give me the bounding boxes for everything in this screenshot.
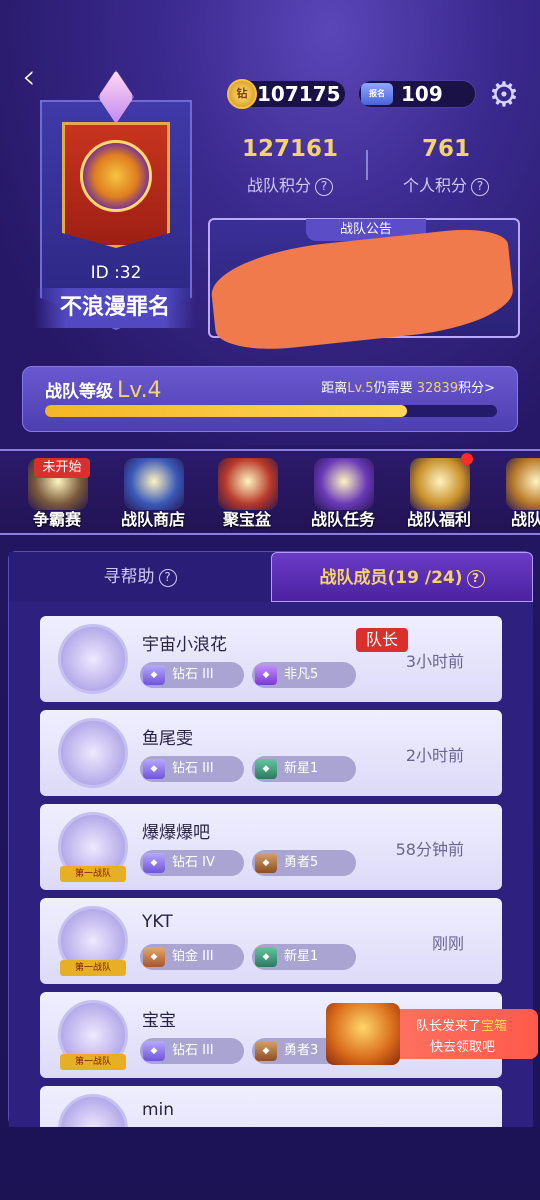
help-icon[interactable]: ?: [466, 570, 485, 588]
chevron-left-icon: ‹: [22, 57, 36, 97]
member-row[interactable]: 宇宙小浪花 ◆ 钻石 III ◆ 非凡5 队长 3小时前: [40, 616, 502, 702]
gift-chest-icon: [410, 458, 470, 510]
rank-icon: ◆: [143, 853, 165, 873]
avatar[interactable]: [58, 1094, 128, 1127]
member-row[interactable]: 鱼尾雯 ◆ 钻石 III ◆ 新星1 2小时前: [40, 710, 502, 796]
team-name: 不浪漫罪名: [34, 288, 196, 328]
last-online: 刚刚: [431, 934, 464, 953]
rank-pill: ◆ 钻石 IV: [140, 850, 244, 876]
divider: [0, 533, 540, 535]
not-started-badge: 未开始: [34, 458, 90, 478]
coin-balance[interactable]: 钻 107175: [227, 79, 346, 109]
shop-item-label: 战队福利: [406, 510, 471, 529]
team-id: ID :32: [90, 263, 142, 283]
member-name: YKT: [142, 912, 173, 932]
personal-points-value: 761: [421, 136, 470, 162]
rank-icon: ◆: [143, 947, 165, 967]
title-icon: ◆: [255, 759, 277, 779]
rank-icon: ◆: [143, 759, 165, 779]
last-online: 2小时前: [405, 746, 464, 765]
avatar-tag: 第一战队: [60, 1054, 126, 1070]
title-pill: ◆ 勇者5: [252, 850, 356, 876]
shop-item-1[interactable]: 战队商店: [110, 452, 196, 532]
member-name: min: [142, 1100, 175, 1120]
last-online: 3小时前: [405, 652, 464, 671]
level-label: 战队等级 Lv.4: [45, 378, 162, 403]
rank-icon: ◆: [143, 1041, 165, 1061]
member-name: 爆爆爆吧: [142, 823, 210, 843]
shop-item-label: 战队任务: [310, 510, 375, 529]
rank-icon: ◆: [143, 665, 165, 685]
ticket-amount: 109: [401, 82, 443, 106]
team-level-card[interactable]: 战队等级 Lv.4 距离Lv.5仍需要 32839积分>: [22, 366, 518, 432]
member-name: 宝宝: [142, 1011, 176, 1031]
help-icon[interactable]: ?: [471, 178, 489, 196]
coin-icon: 钻: [227, 79, 257, 109]
leader-badge: 队长: [356, 628, 408, 652]
tab-members[interactable]: 战队成员(19 /24)?: [271, 552, 533, 602]
team-emblem: [80, 140, 152, 212]
avatar[interactable]: [58, 624, 128, 694]
title-icon: ◆: [255, 853, 277, 873]
notification-dot: [461, 453, 473, 465]
level-next-info[interactable]: 距离Lv.5仍需要 32839积分>: [321, 377, 495, 396]
member-row[interactable]: 第一战队 YKT ◆ 铂金 III ◆ 新星1 刚刚: [40, 898, 502, 984]
level-progress-fill: [45, 405, 407, 417]
personal-points-label[interactable]: 个人积分?: [376, 172, 516, 196]
gear-icon[interactable]: ⚙: [487, 78, 521, 112]
avatar[interactable]: [58, 718, 128, 788]
title-pill: ◆ 新星1: [252, 944, 356, 970]
rank-pill: ◆ 铂金 III: [140, 944, 244, 970]
shop-item-label: 争霸赛: [32, 510, 81, 529]
team-page: ‹ ID :32 不浪漫罪名 钻 107175 报名 109 ⚙ 127161 …: [0, 0, 540, 1200]
last-online: 58分钟前: [395, 840, 464, 859]
shop-icon: [124, 458, 184, 510]
shop-item-5[interactable]: 战队排: [492, 452, 540, 532]
task-book-icon: [314, 458, 374, 510]
avatar-tag: 第一战队: [60, 866, 126, 882]
chest-notification[interactable]: 队长发来了宝箱 快去领取吧: [326, 1003, 538, 1065]
team-points-value: 127161: [241, 136, 339, 162]
divider: [0, 449, 540, 451]
ticket-balance[interactable]: 报名 109: [358, 80, 476, 108]
member-name: 鱼尾雯: [142, 729, 193, 749]
rank-pill: ◆ 钻石 III: [140, 756, 244, 782]
title-icon: ◆: [255, 665, 277, 685]
member-name: 宇宙小浪花: [142, 635, 227, 655]
ranking-icon: [506, 458, 540, 510]
help-icon[interactable]: ?: [158, 569, 177, 587]
title-pill: ◆ 新星1: [252, 756, 356, 782]
team-points-label[interactable]: 战队积分?: [220, 172, 360, 196]
member-row[interactable]: 第一战队 爆爆爆吧 ◆ 钻石 IV ◆ 勇者5 58分钟前: [40, 804, 502, 890]
treasure-bowl-icon: [218, 458, 278, 510]
avatar-tag: 第一战队: [60, 960, 126, 976]
stat-divider: [366, 150, 368, 180]
member-row[interactable]: min在线: [40, 1086, 502, 1127]
treasure-chest-icon: [326, 1003, 400, 1065]
shop-item-label: 战队商店: [120, 510, 185, 529]
rank-pill: ◆ 钻石 III: [140, 1038, 244, 1064]
rank-pill: ◆ 钻石 III: [140, 662, 244, 688]
shop-item-2[interactable]: 聚宝盆: [204, 452, 290, 532]
tab-help[interactable]: 寻帮助?: [9, 552, 271, 602]
popup-subtitle: 快去领取吧: [430, 1040, 496, 1055]
level-progress-bar: [45, 405, 497, 417]
title-icon: ◆: [255, 947, 277, 967]
coin-amount: 107175: [257, 82, 341, 106]
title-icon: ◆: [255, 1041, 277, 1061]
shop-item-3[interactable]: 战队任务: [300, 452, 386, 532]
popup-title: 队长发来了宝箱: [416, 1019, 508, 1034]
shop-item-label: 战队排: [510, 510, 540, 529]
ticket-icon: 报名: [361, 83, 393, 105]
title-pill: ◆ 非凡5: [252, 662, 356, 688]
help-icon[interactable]: ?: [315, 178, 333, 196]
shop-item-label: 聚宝盆: [222, 510, 271, 529]
